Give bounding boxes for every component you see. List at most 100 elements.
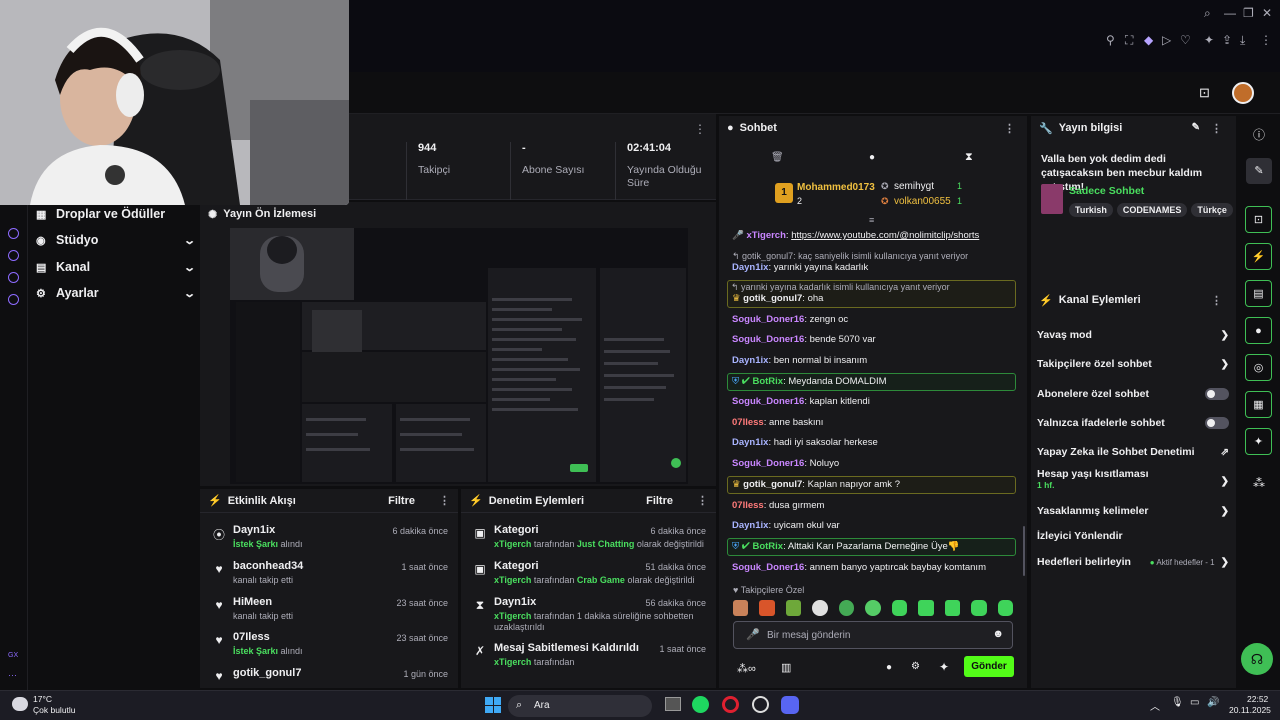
hourglass-icon[interactable]: ⧗ xyxy=(965,151,973,164)
document-icon[interactable]: ▤ xyxy=(1245,280,1272,307)
action-goals[interactable]: Hedefleri belirleyin ● Aktif hedefler - 1… xyxy=(1037,552,1229,572)
leader-name[interactable]: Mohammed0173 xyxy=(797,182,875,193)
chat-message[interactable]: Soguk_Doner16: annem banyo yaptırcak bay… xyxy=(732,562,1018,574)
tag[interactable]: Turkish xyxy=(1069,203,1113,217)
avatar[interactable] xyxy=(1232,82,1254,104)
stream-preview-video[interactable] xyxy=(230,228,688,484)
send-button[interactable]: Gönder xyxy=(964,656,1014,677)
layout-icon[interactable]: ▦ xyxy=(1245,391,1272,418)
weather-icon[interactable] xyxy=(12,697,28,711)
chat-scrollbar[interactable] xyxy=(1023,526,1025,576)
sidebar-dot-icon[interactable] xyxy=(8,250,19,261)
taskbar-search[interactable]: ⌕ Ara xyxy=(508,695,652,717)
mic-icon[interactable]: 🎙 xyxy=(1171,697,1184,708)
more-icon[interactable]: ⁂ xyxy=(1253,476,1265,490)
close-icon[interactable]: ✕ xyxy=(1262,7,1272,19)
search-icon[interactable]: ⌕ xyxy=(1204,7,1211,19)
activity-user[interactable]: gotik_gonul7 xyxy=(233,667,301,679)
chat-message[interactable]: ♛ gotik_gonul7: oha xyxy=(732,293,1018,305)
emote-icon[interactable] xyxy=(759,600,775,616)
panel-menu-icon[interactable]: ⋮ xyxy=(1211,122,1222,135)
nav-settings[interactable]: ⚙ Ayarlar ⌄ xyxy=(36,282,196,304)
emote-icon[interactable] xyxy=(971,600,987,616)
shield-icon[interactable]: ◆ xyxy=(1144,34,1153,46)
windows-start-icon[interactable] xyxy=(485,697,501,713)
stats-menu-icon[interactable]: ⋮ xyxy=(694,122,706,136)
more-icon[interactable]: ··· xyxy=(8,670,17,680)
share-icon[interactable]: ⇪ xyxy=(1222,34,1232,46)
chat-icon[interactable]: ● xyxy=(869,152,875,163)
snapshot-icon[interactable]: ⛶ xyxy=(1125,34,1133,46)
play-icon[interactable]: ▷ xyxy=(1162,34,1171,46)
gear-icon[interactable]: ⚙ xyxy=(911,661,920,672)
nav-studio[interactable]: ◉ Stüdyo ⌄ xyxy=(36,229,196,251)
pencil-icon[interactable]: ✎ xyxy=(1192,122,1200,133)
chat-message[interactable]: Dayn1ix: uyicam okul var xyxy=(732,520,1018,532)
panel-menu-icon[interactable]: ⋮ xyxy=(1004,122,1015,135)
panel-menu-icon[interactable]: ⋮ xyxy=(1211,294,1222,307)
chat-settings-icon[interactable]: ● xyxy=(886,662,892,673)
emote-icon[interactable] xyxy=(891,600,908,616)
chat-message[interactable]: Soguk_Doner16: kaplan kitlendi xyxy=(732,396,1018,408)
filter-button[interactable]: Filtre xyxy=(646,495,673,507)
emote-icon[interactable] xyxy=(785,600,802,616)
activity-user[interactable]: HiMeen xyxy=(233,596,272,608)
tag[interactable]: CODENAMES xyxy=(1116,203,1188,217)
heart-icon[interactable]: ♡ xyxy=(1180,34,1191,46)
activity-user[interactable]: 07Iless xyxy=(233,631,270,643)
emote-icon[interactable] xyxy=(918,600,934,616)
panel-menu-icon[interactable]: ⋮ xyxy=(439,494,450,507)
moderation-moderator[interactable]: xTigerch xyxy=(494,657,531,667)
chat-icon[interactable]: ● xyxy=(1245,317,1272,344)
chat-message[interactable]: Soguk_Doner16: zengn oc xyxy=(732,314,1018,326)
chat-message[interactable]: ♛ gotik_gonul7: Kaplan napıyor amk ? xyxy=(732,479,1018,491)
spotify-icon[interactable] xyxy=(692,696,709,713)
category-thumbnail[interactable] xyxy=(1041,184,1063,214)
activity-user[interactable]: Dayn1ix xyxy=(233,524,275,536)
action-slow-mode[interactable]: Yavaş mod ❯ xyxy=(1037,325,1229,345)
moderation-moderator[interactable]: xTigerch xyxy=(494,539,531,549)
chat-message[interactable]: Soguk_Doner16: bende 5070 var xyxy=(732,334,1018,346)
wrench-icon[interactable]: ✦ xyxy=(1245,428,1272,455)
emote-icon[interactable] xyxy=(838,600,855,616)
chat-message[interactable]: Soguk_Doner16: Noluyo xyxy=(732,458,1018,470)
pin-icon[interactable]: ⚲ xyxy=(1106,34,1115,46)
action-subscribers-only[interactable]: Abonelere özel sohbet xyxy=(1037,384,1229,404)
action-ai-moderation[interactable]: Yapay Zeka ile Sohbet Denetimi ⇗ xyxy=(1037,442,1229,462)
bolt-icon[interactable]: ⚡ xyxy=(1245,243,1272,270)
discord-icon[interactable] xyxy=(781,696,799,714)
sidebar-dot-icon[interactable] xyxy=(8,272,19,283)
nav-channel[interactable]: ▤ Kanal ⌄ xyxy=(36,256,196,278)
gamepad-icon[interactable]: ⊡ xyxy=(1199,85,1210,101)
chat-message[interactable]: 07Iless: anne baskını xyxy=(732,417,1018,429)
info-icon[interactable]: ⓘ xyxy=(1253,126,1265,143)
action-raid[interactable]: İzleyici Yönlendir xyxy=(1037,526,1229,546)
emote-icon[interactable] xyxy=(812,600,828,616)
action-account-age[interactable]: Hesap yaşı kısıtlaması 1 hf. ❯ xyxy=(1037,468,1229,496)
opera-gx-icon[interactable] xyxy=(752,696,769,713)
chat-message[interactable]: Dayn1ix: hadi iyi saksolar herkese xyxy=(732,437,1018,449)
opera-icon[interactable] xyxy=(722,696,739,713)
volume-icon[interactable]: 🔊 xyxy=(1207,697,1219,708)
expand-icon[interactable]: ≡ xyxy=(869,215,874,225)
download-icon[interactable]: ⤓ xyxy=(1240,34,1245,46)
action-banned-words[interactable]: Yasaklanmış kelimeler ❯ xyxy=(1037,501,1229,521)
camera-icon[interactable]: ⊡ xyxy=(1245,206,1272,233)
nav-drops-rewards[interactable]: ▦ Droplar ve Ödüller xyxy=(36,203,194,225)
edit-icon[interactable]: ✎ xyxy=(1246,158,1272,184)
trash-icon[interactable]: 🗑 xyxy=(771,152,784,163)
extensions-icon[interactable]: ✦ xyxy=(1204,34,1214,46)
menu-icon[interactable]: ⋮ xyxy=(1260,34,1272,46)
chat-message[interactable]: Dayn1ix: yarınki yayına kadarlık xyxy=(732,262,1018,274)
chat-input[interactable]: 🎤 Bir mesaj gönderin ☻ xyxy=(733,621,1013,649)
activity-user[interactable]: baconhead34 xyxy=(233,560,303,572)
moderation-moderator[interactable]: xTigerch xyxy=(494,575,531,585)
support-icon[interactable]: ☊ xyxy=(1241,643,1273,675)
moderation-moderator[interactable]: xTigerch xyxy=(494,611,531,621)
category-name[interactable]: Sadece Sohbet xyxy=(1069,185,1144,197)
sidebar-dot-icon[interactable] xyxy=(8,228,19,239)
emote-menu-icon[interactable]: ⁂∞ xyxy=(737,662,756,675)
chat-message[interactable]: 🎤 xTigerch: https://www.youtube.com/@nol… xyxy=(732,230,1018,242)
chat-message[interactable]: 07Iless: dusa gırmem xyxy=(732,500,1018,512)
leader-name[interactable]: volkan00655 xyxy=(894,196,951,207)
